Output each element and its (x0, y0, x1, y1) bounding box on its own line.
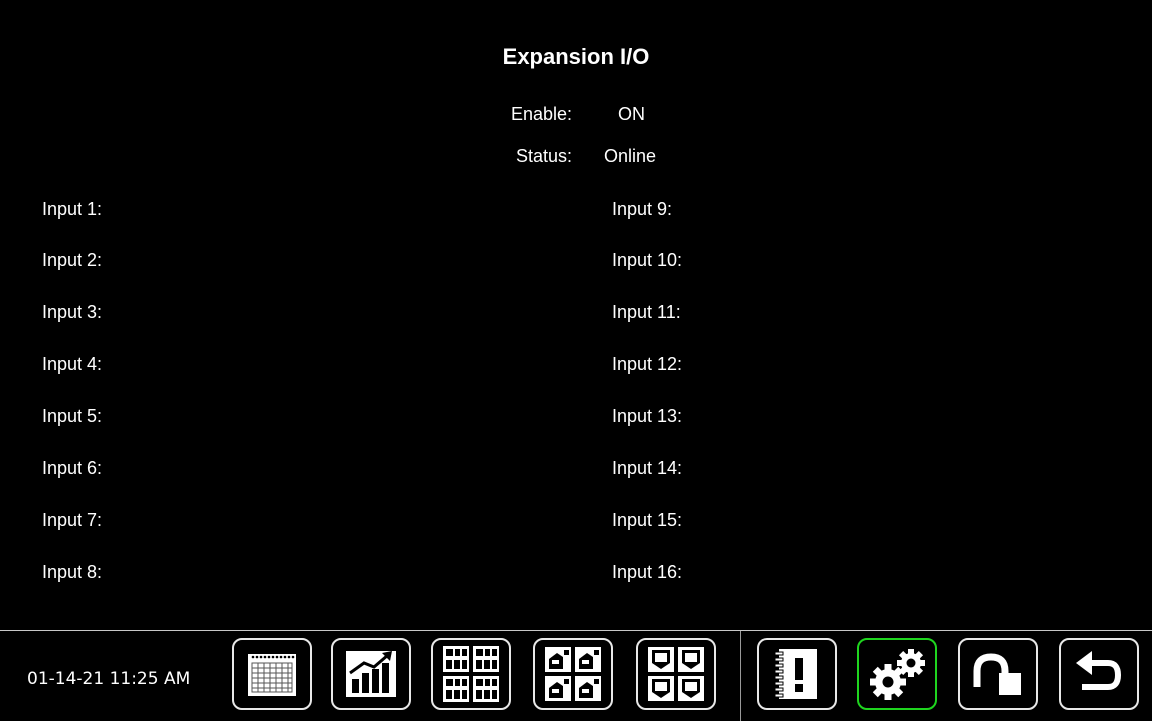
input-label: Input 9: (612, 199, 673, 219)
input-label: Input 11: (612, 302, 681, 322)
status-value: Online (604, 146, 657, 166)
input-label: Input 7: (42, 510, 103, 530)
page-title: Expansion I/O (502, 44, 650, 69)
input-label: Input 2: (42, 250, 103, 270)
input-label: Input 15: (612, 510, 683, 530)
alarm-notebook-icon (774, 649, 817, 699)
back-button[interactable] (1059, 638, 1139, 710)
calendar-button[interactable] (232, 638, 312, 710)
input-label: Input 10: (612, 250, 683, 270)
calendar-icon (248, 654, 296, 696)
alarm-log-button[interactable] (757, 638, 837, 710)
bins-grid-icon (545, 647, 601, 701)
input-label: Input 6: (42, 458, 103, 478)
unlock-icon (973, 653, 1021, 695)
bar-chart-trend-icon (346, 651, 396, 697)
settings-button[interactable] (857, 638, 937, 710)
input-label: Input 12: (612, 354, 683, 374)
footer-divider (0, 630, 1152, 631)
tanks-overview-button[interactable] (636, 638, 716, 710)
status-label: Status: (515, 146, 572, 166)
input-label: Input 5: (42, 406, 103, 426)
gears-icon (870, 649, 925, 700)
bins-overview-button[interactable] (533, 638, 613, 710)
trend-chart-button[interactable] (331, 638, 411, 710)
tanks-grid-icon (648, 647, 704, 701)
input-label: Input 3: (42, 302, 103, 322)
unlock-button[interactable] (958, 638, 1038, 710)
footer-separator (740, 631, 741, 721)
product-grid-icon (443, 646, 499, 702)
date-time: 01-14-21 11:25 AM (27, 669, 191, 689)
enable-label: Enable: (510, 104, 572, 124)
enable-value[interactable]: ON (618, 104, 645, 125)
input-label: Input 8: (42, 562, 103, 582)
back-arrow-icon (1076, 651, 1122, 690)
product-overview-button[interactable] (431, 638, 511, 710)
input-label: Input 16: (612, 562, 683, 582)
input-label: Input 4: (42, 354, 103, 374)
input-label: Input 14: (612, 458, 683, 478)
input-label: Input 13: (612, 406, 683, 426)
input-label: Input 1: (42, 199, 103, 219)
